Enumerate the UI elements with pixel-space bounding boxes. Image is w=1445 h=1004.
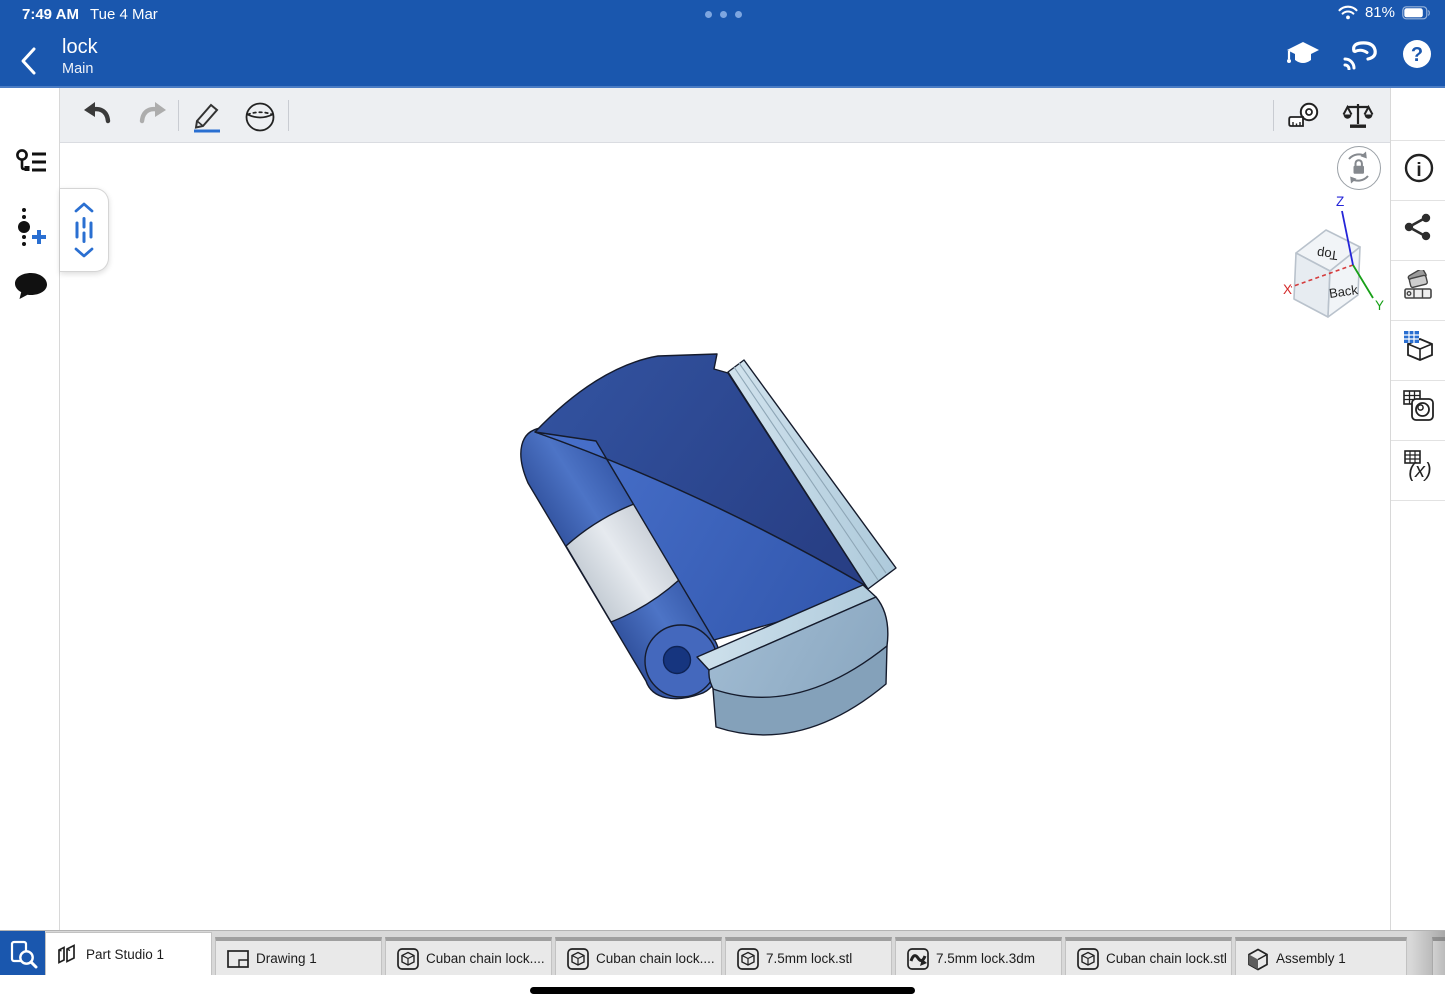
info-button[interactable]: i [1403, 152, 1435, 184]
follow-mode-icon[interactable] [1341, 38, 1381, 70]
tab-label: Cuban chain lock.... [596, 951, 715, 966]
battery-icon [1402, 6, 1431, 20]
workspace-name[interactable]: Main [62, 61, 93, 77]
variables-button[interactable]: (x) [1403, 450, 1435, 482]
left-sidebar [0, 88, 60, 930]
viewcube-top-label: Top [1316, 246, 1339, 263]
info-icon: i [1403, 152, 1435, 184]
tab-part-studio-1[interactable]: Part Studio 1 [45, 932, 212, 976]
comment-icon [14, 272, 48, 302]
share-icon [1403, 212, 1433, 242]
variables-icon: (x) [1403, 450, 1437, 482]
sketch-button[interactable] [190, 100, 224, 132]
home-indicator[interactable] [530, 987, 915, 994]
custom-tables-button[interactable] [1403, 390, 1435, 422]
model-viewport[interactable]: Top Back X Z Y [60, 143, 1390, 930]
tab-drawing-1[interactable]: Drawing 1 [215, 937, 382, 976]
tab-assembly-1[interactable]: Assembly 1 [1235, 937, 1407, 976]
document-tab-bar: Part Studio 1 Drawing 1 Cuban chain lock… [0, 930, 1445, 975]
wifi-icon [1338, 5, 1358, 20]
tab-label: 7.5mm lock.stl [766, 951, 852, 966]
tab-cuban-chain-lock-a[interactable]: Cuban chain lock.... [385, 937, 552, 976]
tab-label: 7.5mm lock.3dm [936, 951, 1035, 966]
imported-file-icon [566, 947, 590, 971]
clock: 7:49 AM [22, 6, 79, 23]
feature-list-button[interactable] [14, 148, 48, 180]
tab-partial-next[interactable] [1432, 937, 1445, 976]
tab-75mm-lock-stl[interactable]: 7.5mm lock.stl [725, 937, 892, 976]
revolve-button[interactable] [243, 100, 277, 132]
toolbar [60, 88, 1390, 143]
sketch-pencil-icon [190, 100, 224, 134]
battery-percent: 81% [1365, 4, 1395, 21]
comment-button[interactable] [14, 272, 48, 302]
tab-label: Cuban chain lock.... [426, 951, 545, 966]
imported-file-icon [1076, 947, 1100, 971]
configurations-icon [1403, 330, 1435, 362]
tab-75mm-lock-3dm[interactable]: 7.5mm lock.3dm [895, 937, 1062, 976]
feature-list-icon [14, 148, 48, 180]
chevron-up-icon[interactable] [74, 202, 94, 213]
status-bar: 7:49 AM Tue 4 Mar 81% [0, 0, 1445, 30]
imported-file-icon [736, 947, 760, 971]
tab-search-icon [8, 939, 38, 969]
date: Tue 4 Mar [90, 6, 158, 23]
tab-label: Drawing 1 [256, 951, 317, 966]
share-button[interactable] [1403, 212, 1435, 244]
view-cube[interactable]: Top Back X Z Y [1263, 193, 1398, 325]
history-slider-icon[interactable] [72, 217, 96, 243]
mass-properties-button[interactable] [1342, 101, 1376, 133]
back-button[interactable] [18, 46, 46, 76]
tab-label: Part Studio 1 [86, 947, 164, 962]
axis-z-label: Z [1336, 194, 1344, 209]
configurations-button[interactable] [1403, 330, 1435, 362]
right-sidebar: i [1390, 88, 1445, 930]
lock-3d-model[interactable] [60, 143, 1390, 930]
tab-search-button[interactable] [0, 931, 45, 976]
mass-scale-icon [1342, 101, 1374, 131]
chevron-down-icon[interactable] [74, 247, 94, 258]
svg-text:i: i [1416, 160, 1421, 181]
part-studio-icon [56, 943, 80, 967]
custom-tables-icon [1403, 390, 1435, 422]
undo-button[interactable] [82, 100, 116, 132]
app-header: lock Main ? [0, 30, 1445, 88]
rotation-lock-button[interactable] [1337, 146, 1381, 190]
revolve-sphere-icon [243, 100, 277, 134]
redo-button[interactable] [136, 100, 170, 132]
tab-cuban-chain-lock-b[interactable]: Cuban chain lock.... [555, 937, 722, 976]
rollback-bar-control[interactable] [60, 188, 109, 272]
tab-label: Cuban chain lock.stl [1106, 951, 1227, 966]
insert-feature-icon [14, 206, 50, 252]
imported-file-icon [396, 947, 420, 971]
svg-text:?: ? [1411, 44, 1423, 66]
imported-3dm-file-icon [906, 947, 930, 971]
drawing-icon [226, 948, 250, 970]
assembly-icon [1246, 947, 1270, 971]
tab-cuban-chain-lock-stl[interactable]: Cuban chain lock.stl [1065, 937, 1232, 976]
axis-y-label: Y [1375, 298, 1384, 313]
measure-tape-icon [1288, 102, 1324, 130]
tab-label: Assembly 1 [1276, 951, 1346, 966]
home-strip [0, 975, 1445, 1004]
multitask-dots-icon[interactable] [705, 11, 742, 18]
measure-button[interactable] [1288, 102, 1322, 134]
svg-text:(x): (x) [1408, 460, 1431, 482]
learning-center-icon[interactable] [1285, 38, 1321, 70]
document-title: lock [62, 36, 98, 59]
appearance-swatches-icon [1403, 270, 1435, 302]
appearance-button[interactable] [1403, 270, 1435, 302]
help-icon[interactable]: ? [1401, 38, 1433, 70]
axis-x-label: X [1283, 282, 1292, 297]
insert-feature-button[interactable] [14, 206, 50, 252]
